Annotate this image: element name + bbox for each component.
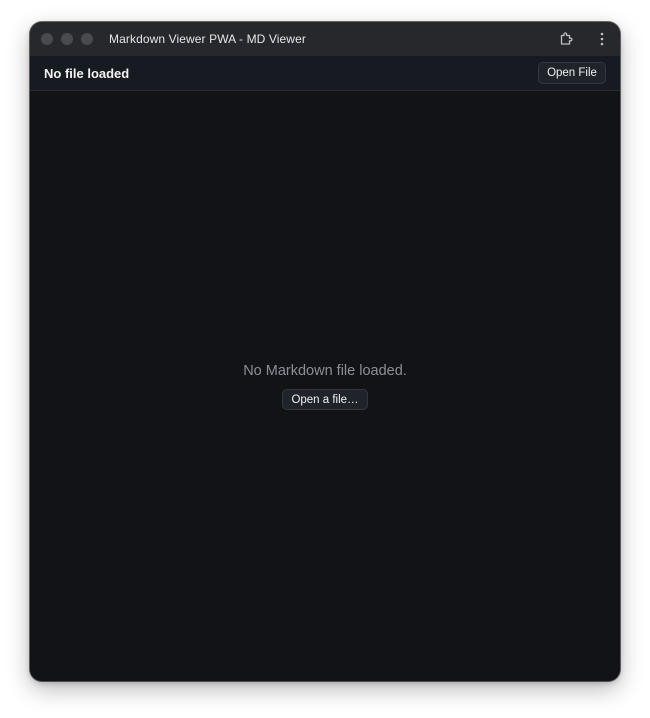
minimize-button[interactable] [61, 33, 73, 45]
app-window: Markdown Viewer PWA - MD Viewer No file … [30, 22, 620, 681]
more-options-icon[interactable] [594, 31, 610, 47]
empty-state-message: No Markdown file loaded. [243, 363, 407, 379]
file-title: No file loaded [44, 66, 130, 81]
zoom-button[interactable] [81, 33, 93, 45]
main-content: No Markdown file loaded. Open a file… [30, 91, 620, 681]
close-button[interactable] [41, 33, 53, 45]
titlebar-actions [558, 22, 610, 56]
open-file-button[interactable]: Open File [538, 62, 606, 84]
open-a-file-button[interactable]: Open a file… [282, 389, 368, 410]
window-titlebar[interactable]: Markdown Viewer PWA - MD Viewer [30, 22, 620, 56]
extensions-icon[interactable] [558, 31, 574, 47]
app-header: No file loaded Open File [30, 56, 620, 91]
window-title: Markdown Viewer PWA - MD Viewer [109, 32, 306, 46]
traffic-lights [41, 33, 93, 45]
